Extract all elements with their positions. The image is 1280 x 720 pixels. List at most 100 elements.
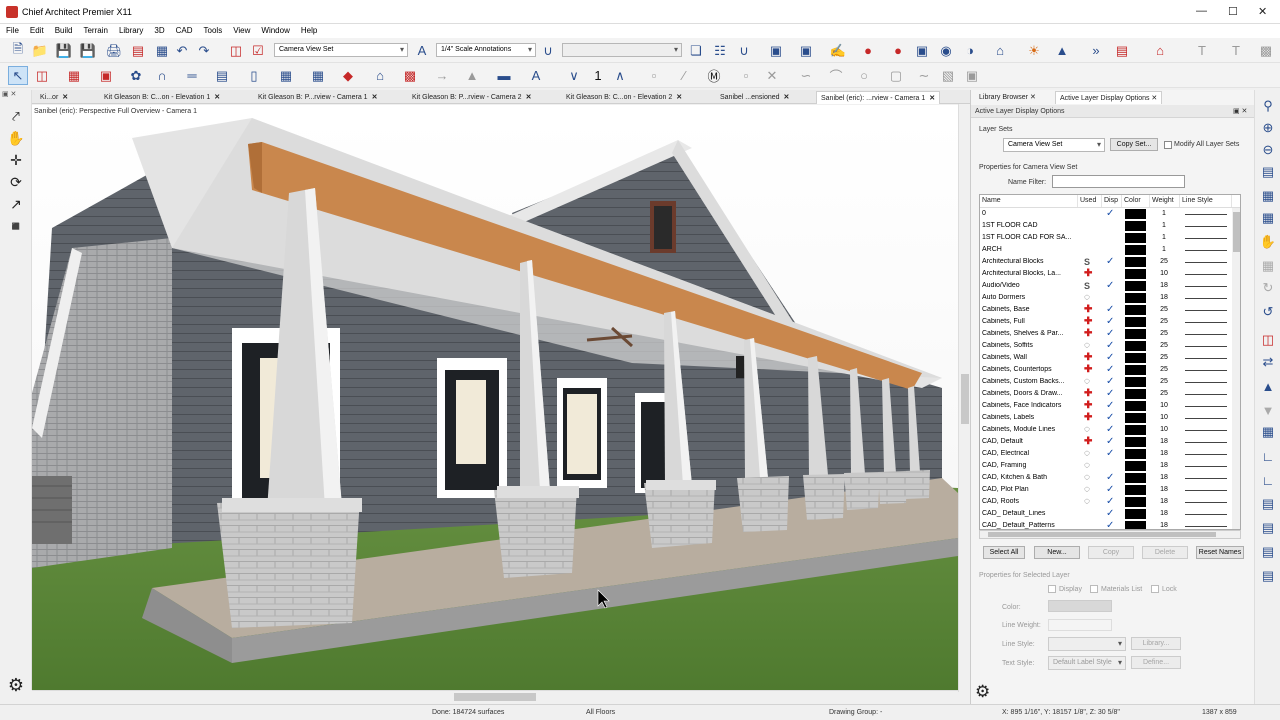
- display-check-icon[interactable]: ✓: [1106, 280, 1114, 291]
- swap-icon[interactable]: ▦: [1258, 256, 1278, 276]
- material-tool-icon[interactable]: ▩: [400, 66, 420, 85]
- tab-library-browser[interactable]: Library Browser ✕: [975, 91, 1040, 104]
- layer-table-hscroll-thumb[interactable]: [988, 532, 1216, 537]
- layer-weight[interactable]: 18: [1150, 498, 1178, 505]
- layer-row[interactable]: CAD, Default ✚ ✓ 18: [980, 436, 1232, 448]
- layer-weight[interactable]: 1: [1150, 246, 1178, 253]
- layer-weight[interactable]: 18: [1150, 510, 1178, 517]
- pan-hand-icon[interactable]: ✋: [6, 128, 26, 148]
- pan-window-icon[interactable]: ✋: [1258, 232, 1278, 252]
- used-plus-icon[interactable]: ✚: [1084, 268, 1092, 279]
- layer-color-swatch[interactable]: [1125, 341, 1146, 351]
- open-folder-icon[interactable]: 📁: [30, 41, 50, 60]
- layer-line-style[interactable]: [1185, 466, 1227, 467]
- zoom-in-icon[interactable]: ⊕: [1258, 118, 1278, 138]
- cabinet-tool-icon[interactable]: ▣: [96, 66, 116, 85]
- home-view-icon[interactable]: ⌂: [990, 41, 1010, 60]
- horizontal-scrollbar[interactable]: [32, 690, 958, 703]
- 3d-viewport[interactable]: [32, 118, 958, 690]
- redo-icon[interactable]: ↷: [194, 41, 214, 60]
- layer-line-style[interactable]: [1185, 226, 1227, 227]
- print-preview-icon[interactable]: ▤: [128, 41, 148, 60]
- layer-table-scroll-thumb[interactable]: [1233, 212, 1240, 252]
- layer-weight[interactable]: 1: [1150, 234, 1178, 241]
- text-icon[interactable]: T: [1226, 41, 1246, 60]
- layer-weight[interactable]: 25: [1150, 330, 1178, 337]
- layer-row[interactable]: CAD, Electrical ◌ ✓ 18: [980, 448, 1232, 460]
- layer-color-swatch[interactable]: [1125, 377, 1146, 387]
- light-icon[interactable]: ☀: [1024, 41, 1044, 60]
- layer-line-style[interactable]: [1185, 514, 1227, 515]
- more-tools-icon[interactable]: »: [1086, 41, 1106, 60]
- layer-weight[interactable]: 18: [1150, 438, 1178, 445]
- vertical-scroll-thumb[interactable]: [961, 374, 969, 424]
- used-plus-icon[interactable]: ✚: [1084, 400, 1092, 411]
- col-name[interactable]: Name: [980, 195, 1078, 207]
- display-check-icon[interactable]: ✓: [1106, 436, 1114, 447]
- layer-color-swatch[interactable]: [1125, 329, 1146, 339]
- layer-line-style[interactable]: [1185, 274, 1227, 275]
- layer-color-swatch[interactable]: [1125, 221, 1146, 231]
- layer-weight[interactable]: 25: [1150, 366, 1178, 373]
- used-bulb-icon[interactable]: ◌: [1084, 484, 1090, 495]
- text-style-icon[interactable]: A: [412, 41, 432, 60]
- materials-checkbox[interactable]: [1090, 585, 1098, 593]
- rotate-view-icon[interactable]: ↺: [1258, 302, 1278, 322]
- tab-doc-2[interactable]: Kit Gleason B: C...on - Elevation 1 ✕: [100, 91, 224, 104]
- tab-doc-5[interactable]: Kit Gleason B: C...on - Elevation 2 ✕: [562, 91, 686, 104]
- layer-weight[interactable]: 18: [1150, 486, 1178, 493]
- layer-row[interactable]: Audio/Video S ✓ 18: [980, 280, 1232, 292]
- menu-build[interactable]: Build: [49, 24, 78, 35]
- paste-icon[interactable]: ☷: [710, 41, 730, 60]
- layer-row[interactable]: Cabinets, Labels ✚ ✓ 10: [980, 412, 1232, 424]
- tab-active-layer-display[interactable]: Active Layer Display Options ✕: [1055, 91, 1163, 104]
- tab-doc-7[interactable]: Sanibel (eric): ...rview - Camera 1 ✕: [816, 91, 941, 104]
- layer-row[interactable]: ARCH 1: [980, 244, 1232, 256]
- layer-row[interactable]: CAD, Framing ◌ 18: [980, 460, 1232, 472]
- refresh-icon[interactable]: ↻: [1258, 278, 1278, 298]
- zoom-out-icon[interactable]: ⊖: [1258, 140, 1278, 160]
- layer-row[interactable]: CAD, Roofs ◌ ✓ 18: [980, 496, 1232, 508]
- fill-window-icon[interactable]: ▦: [1258, 186, 1278, 206]
- layer-line-style[interactable]: [1185, 454, 1227, 455]
- line-icon[interactable]: ∕: [674, 66, 694, 85]
- layer-line-style[interactable]: [1185, 478, 1227, 479]
- horizontal-scroll-thumb[interactable]: [454, 693, 536, 701]
- one-icon[interactable]: 1: [588, 66, 608, 85]
- layer-color-swatch[interactable]: [1125, 509, 1146, 519]
- layer-line-style[interactable]: [1185, 430, 1227, 431]
- layer-weight[interactable]: 25: [1150, 354, 1178, 361]
- layer-line-style[interactable]: [1185, 382, 1227, 383]
- used-plus-icon[interactable]: ✚: [1084, 364, 1092, 375]
- tab-doc-1[interactable]: Ki...or ✕: [36, 91, 72, 104]
- layer-weight[interactable]: 18: [1150, 282, 1178, 289]
- layer-icon[interactable]: ◫: [1258, 330, 1278, 350]
- copy-layer-button[interactable]: Copy: [1088, 546, 1134, 559]
- display-check-icon[interactable]: ✓: [1106, 412, 1114, 423]
- dimension-tool-icon[interactable]: ▬: [494, 66, 514, 85]
- layer-color-swatch[interactable]: [1125, 245, 1146, 255]
- record-icon[interactable]: ●: [858, 41, 878, 60]
- layer-color-swatch[interactable]: [1125, 449, 1146, 459]
- color-swatch[interactable]: [1048, 600, 1112, 612]
- layer-color-swatch[interactable]: [1125, 437, 1146, 447]
- layer-color-swatch[interactable]: [1125, 257, 1146, 267]
- layer-row[interactable]: Auto Dormers ◌ 18: [980, 292, 1232, 304]
- layer-row[interactable]: Cabinets, Countertops ✚ ✓ 25: [980, 364, 1232, 376]
- display-check-icon[interactable]: ✓: [1106, 340, 1114, 351]
- edit-handle-icon[interactable]: ⤤: [6, 106, 26, 126]
- used-plus-icon[interactable]: ✚: [1084, 352, 1092, 363]
- layer-line-style[interactable]: [1185, 370, 1227, 371]
- section-icon[interactable]: ▤: [1258, 518, 1278, 538]
- layer-color-swatch[interactable]: [1125, 485, 1146, 495]
- define-button[interactable]: Define...: [1131, 656, 1181, 669]
- roof-tool-icon[interactable]: ⌂: [370, 66, 390, 85]
- select-all-button[interactable]: Select All: [983, 546, 1025, 559]
- used-bulb-icon[interactable]: ◌: [1084, 340, 1090, 351]
- layer-weight[interactable]: 18: [1150, 522, 1178, 529]
- fill-icon[interactable]: ▧: [938, 66, 958, 85]
- camera-move-icon[interactable]: ▣: [796, 41, 816, 60]
- used-plus-icon[interactable]: ✚: [1084, 436, 1092, 447]
- layer-line-style[interactable]: [1185, 214, 1227, 215]
- layer-row[interactable]: Cabinets, Base ✚ ✓ 25: [980, 304, 1232, 316]
